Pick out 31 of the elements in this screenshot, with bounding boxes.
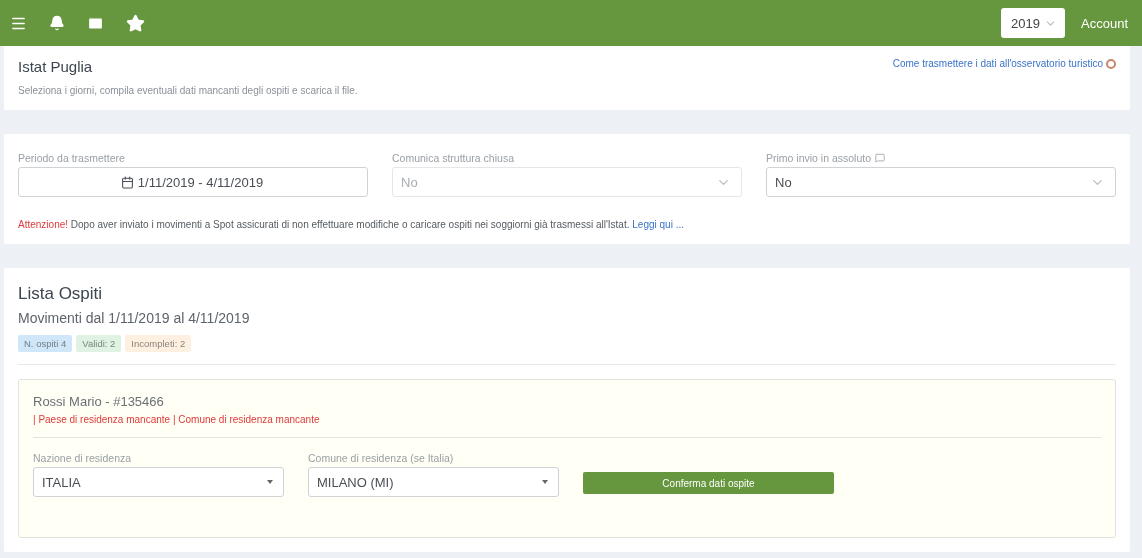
- page-subtitle: Seleziona i giorni, compila eventuali dati mancanti degli ospiti e scarica il file.: [18, 85, 359, 96]
- field-label: Comunica struttura chiusa: [392, 152, 514, 164]
- confirm-button[interactable]: Conferma dati ospite: [583, 472, 834, 494]
- select-field[interactable]: MILANO (MI): [308, 467, 559, 497]
- warning-text: Attenzione! Dopo aver inviato i movimenti a Spot assicurati di non effettuare modifiche o caricare ospiti nei soggiorni già trasmessi all'Istat. Leggi qui ...: [18, 219, 685, 230]
- count-badge: N. ospiti 4: [18, 335, 73, 352]
- count-badge: Incompleti: 2: [125, 335, 192, 352]
- field-label: Nazione di residenza: [33, 452, 132, 464]
- caret-icon: [542, 480, 548, 484]
- date-range-field[interactable]: 1/11/2019 - 4/11/2019: [18, 167, 368, 197]
- caret-icon: [267, 480, 273, 484]
- select-field[interactable]: No: [766, 167, 1116, 197]
- select-field[interactable]: ITALIA: [33, 467, 284, 497]
- guest-name: Rossi Mario - #135466: [33, 394, 165, 409]
- field-label: Periodo da trasmettere: [18, 152, 125, 164]
- account-link[interactable]: Account: [1081, 15, 1128, 31]
- calendar-icon: [120, 175, 134, 189]
- section-subtitle: Movimenti dal 1/11/2019 al 4/11/2019: [18, 310, 251, 326]
- help-icon: [1106, 58, 1116, 69]
- section-title: Lista Ospiti: [18, 284, 104, 304]
- year-select[interactable]: 2019: [1001, 8, 1065, 38]
- field-label: Primo invio in assoluto: [766, 152, 872, 164]
- read-more-link[interactable]: Leggi qui ...: [632, 219, 684, 230]
- count-badge: Validi: 2: [76, 335, 122, 352]
- error-text: | Paese di residenza mancante | Comune di residenza mancante: [33, 414, 1101, 438]
- page-title: Istat Puglia: [18, 58, 93, 75]
- mail-icon[interactable]: [87, 14, 104, 32]
- bell-icon[interactable]: [49, 15, 65, 31]
- field-label: Comune di residenza (se Italia): [308, 452, 454, 464]
- help-link[interactable]: Come trasmettere i dati all'osservatorio turistico: [892, 58, 1116, 69]
- star-icon[interactable]: [126, 13, 145, 33]
